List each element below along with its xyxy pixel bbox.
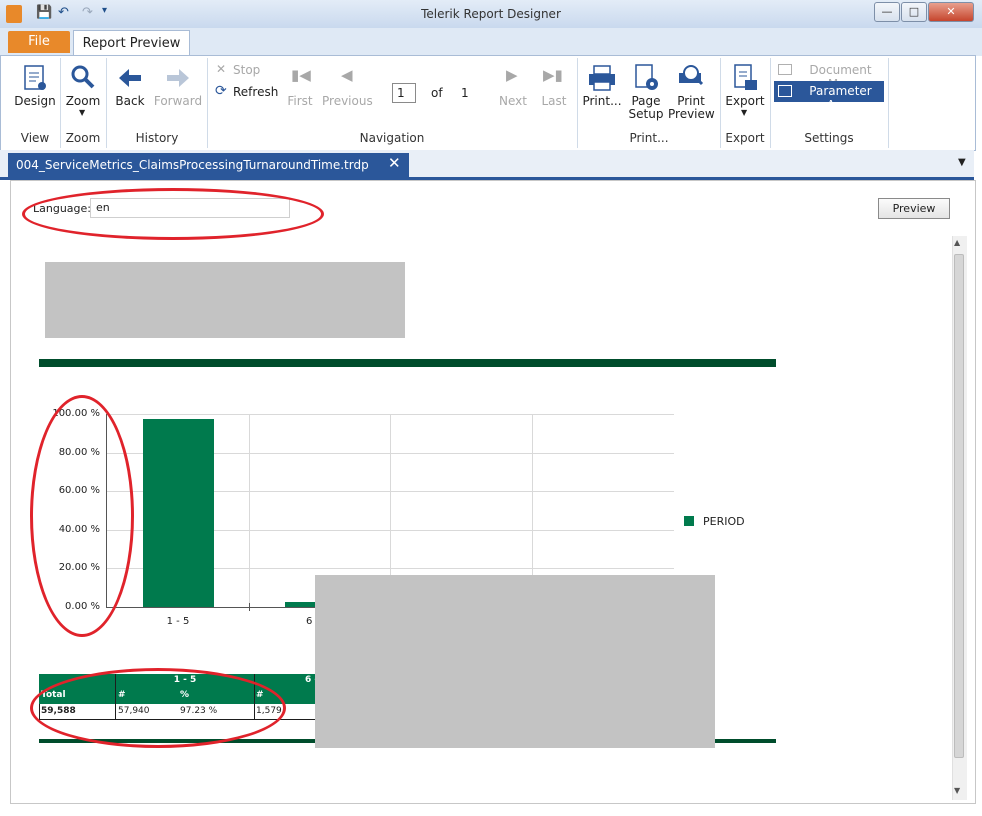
print-button[interactable]: Print... (582, 62, 622, 112)
parameter-area-button[interactable]: Parameter Area (774, 81, 884, 112)
parameter-area-icon (778, 85, 792, 97)
close-button[interactable]: ✕ (928, 2, 974, 22)
legend-label: PERIOD (703, 515, 745, 528)
back-button[interactable]: Back (112, 62, 148, 112)
group-print-label: Print... (629, 131, 669, 145)
last-page-icon: ▶▮ (543, 66, 563, 84)
printer-icon (589, 65, 615, 91)
previous-page-button[interactable]: ◀ Previous (322, 66, 373, 112)
legend-swatch (684, 516, 694, 526)
print-preview-label-1: Print (677, 94, 705, 108)
back-label: Back (115, 94, 145, 108)
redacted-content-block (315, 575, 715, 748)
chevron-down-icon: ▼ (741, 108, 748, 117)
refresh-icon: ⟳ (215, 83, 227, 99)
undo-icon[interactable]: ↶ (58, 5, 69, 23)
refresh-label: Refresh (233, 85, 279, 99)
page-setup-label-2: Setup (628, 107, 664, 121)
previous-label: Previous (322, 94, 373, 108)
print-preview-label-2: Preview (668, 107, 715, 121)
minimize-button[interactable]: — (874, 2, 900, 22)
group-settings-label: Settings (804, 131, 854, 145)
group-history-label: History (135, 131, 179, 145)
first-label: First (287, 94, 313, 108)
ribbon-separator (60, 58, 61, 148)
page-setup-button[interactable]: Page Setup (626, 62, 666, 124)
magnifier-icon (71, 65, 95, 89)
tab-report-preview[interactable]: Report Preview (73, 30, 190, 57)
group-navigation-label: Navigation (359, 131, 425, 145)
tab-dropdown-icon[interactable]: ▼ (958, 157, 966, 168)
arrow-left-icon (119, 69, 141, 87)
title-bar: Telerik Report Designer (0, 0, 982, 29)
document-tab[interactable]: 004_ServiceMetrics_ClaimsProcessingTurna… (8, 153, 409, 196)
stop-button[interactable]: ✕ Stop (214, 62, 264, 80)
group-export-label: Export (725, 131, 765, 145)
page-setup-icon (635, 64, 658, 90)
group-view-label: View (20, 131, 50, 145)
x-tick-label: 1 - 5 (166, 616, 190, 627)
window-title: Telerik Report Designer (421, 7, 561, 21)
next-label: Next (499, 94, 527, 108)
page-setup-label-1: Page (631, 94, 661, 108)
app-icon (6, 5, 22, 23)
preview-button[interactable]: Preview (878, 198, 950, 219)
print-preview-icon (679, 65, 704, 86)
export-icon (734, 64, 757, 90)
first-page-icon: ▮◀ (291, 66, 311, 84)
of-label: of (431, 86, 443, 100)
grid-line (249, 414, 250, 607)
ribbon-separator (577, 58, 578, 148)
previous-page-icon: ◀ (341, 66, 353, 84)
ribbon-separator (888, 58, 889, 148)
forward-button[interactable]: Forward (153, 62, 203, 112)
annotation-oval (30, 668, 286, 748)
redo-icon[interactable]: ↷ (82, 5, 93, 23)
document-map-icon (778, 64, 792, 75)
export-button[interactable]: Export ▼ (724, 62, 766, 120)
chevron-down-icon: ▼ (79, 108, 86, 117)
parameter-area-label: Parameter Area (809, 84, 872, 112)
scrollbar-thumb[interactable] (954, 254, 964, 758)
print-preview-button[interactable]: Print Preview (668, 62, 715, 124)
group-zoom-label: Zoom (65, 131, 101, 145)
ribbon-separator (207, 58, 208, 148)
ribbon-separator (770, 58, 771, 148)
design-icon (24, 65, 46, 90)
tab-file[interactable]: File (8, 31, 70, 53)
total-pages: 1 (461, 86, 469, 100)
next-page-button[interactable]: ▶ Next (498, 66, 528, 112)
document-map-button[interactable]: Document Map (776, 61, 884, 91)
bar-1-5 (143, 419, 214, 607)
header-rule (39, 359, 776, 367)
stop-icon: ✕ (216, 62, 227, 76)
first-page-button[interactable]: ▮◀ First (285, 66, 315, 112)
print-label: Print... (582, 94, 622, 108)
ribbon-separator (106, 58, 107, 148)
refresh-button[interactable]: ⟳ Refresh (214, 83, 279, 102)
export-label: Export (725, 94, 765, 108)
last-page-button[interactable]: ▶▮ Last (539, 66, 569, 112)
close-tab-icon[interactable]: ✕ (388, 154, 401, 172)
design-button[interactable]: Design (14, 62, 56, 112)
arrow-right-icon (167, 69, 189, 87)
next-page-icon: ▶ (506, 66, 518, 84)
annotation-oval (30, 395, 134, 637)
scroll-up-icon[interactable]: ▲ (954, 238, 960, 247)
scroll-down-icon[interactable]: ▼ (954, 786, 960, 795)
design-label: Design (14, 94, 56, 108)
annotation-oval (22, 188, 324, 240)
last-label: Last (541, 94, 567, 108)
customize-quick-access-icon[interactable]: ▾ (102, 5, 107, 23)
stop-label: Stop (233, 63, 261, 77)
zoom-label: Zoom (65, 94, 101, 108)
ribbon-separator (720, 58, 721, 148)
zoom-button[interactable]: Zoom ▼ (63, 62, 103, 120)
redacted-header-block (45, 262, 405, 338)
page-number-input[interactable]: 1 (392, 83, 416, 103)
maximize-button[interactable]: □ (901, 2, 927, 22)
x-axis-tick (249, 603, 250, 611)
save-icon[interactable]: 💾 (36, 5, 52, 23)
forward-label: Forward (153, 94, 203, 108)
